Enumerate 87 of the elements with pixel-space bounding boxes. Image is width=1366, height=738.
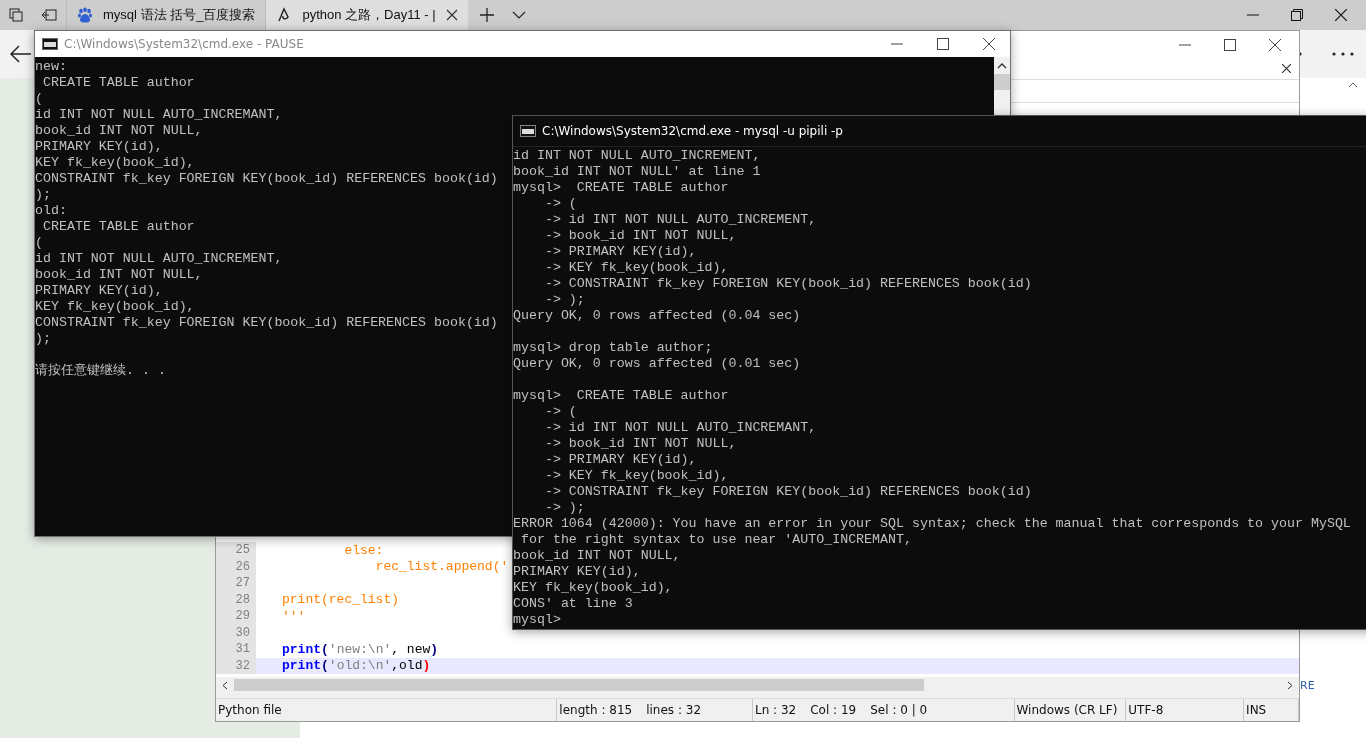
maximize-icon[interactable] — [1224, 38, 1236, 51]
status-text: UTF-8 — [1128, 703, 1164, 717]
status-text: Windows (CR LF) — [1016, 703, 1118, 717]
console-line: CONSTRAINT fk_key FOREIGN KEY(book_id) REFERENCES book(id) — [35, 315, 498, 331]
console-line: -> KEY fk_key(book_id), — [543, 260, 729, 276]
console-line: id INT NOT NULL AUTO_INCREMENT, — [513, 148, 761, 164]
more-icon[interactable] — [1332, 52, 1354, 56]
scroll-right-icon[interactable] — [1287, 680, 1293, 690]
tab-preview-icon[interactable] — [9, 8, 23, 22]
console-line: for the right syntax to use near 'AUTO_INCREMANT, — [519, 532, 912, 548]
console-line: -> book_id INT NOT NULL, — [543, 228, 737, 244]
status-text: Col : 19 — [810, 703, 857, 717]
close-icon[interactable] — [1269, 38, 1281, 51]
set-aside-tabs-icon[interactable] — [41, 9, 57, 21]
console-line: -> book_id INT NOT NULL, — [543, 436, 737, 452]
status-text: length : 815 — [559, 703, 633, 717]
console-line: ( — [35, 235, 43, 251]
console-line: book_id INT NOT NULL, — [513, 548, 681, 564]
back-arrow-icon[interactable] — [10, 45, 32, 63]
status-text: INS — [1246, 703, 1267, 717]
window-title: C:\Windows\System32\cmd.exe - PAUSE — [64, 37, 304, 51]
console-line: 请按任意键继续. . . — [35, 363, 166, 379]
console-line: -> CONSTRAINT fk_key FOREIGN KEY(book_id) REFERENCES book(id) — [543, 484, 1032, 500]
console-line: -> CONSTRAINT fk_key FOREIGN KEY(book_id) REFERENCES book(id) — [543, 276, 1032, 292]
console-line: CREATE TABLE author — [41, 219, 195, 235]
console-line: ERROR 1064 (42000): You have an error in your SQL syntax; check the manual that corresponds to your MySQL — [513, 516, 1351, 532]
restore-icon[interactable] — [1291, 9, 1303, 21]
console-line: -> PRIMARY KEY(id), — [543, 452, 697, 468]
console-line: ); — [35, 331, 51, 347]
browser-tab[interactable]: python 之路，Day11 - | — [265, 0, 468, 30]
line-number: 27 — [216, 575, 256, 592]
status-text: Python file — [218, 703, 282, 717]
console-line: Query OK, 0 rows affected (0.01 sec) — [513, 356, 801, 372]
vertical-scrollbar[interactable] — [994, 57, 1010, 115]
status-text: Sel : 0 | 0 — [870, 703, 928, 717]
console-line: CONS' at line 3 — [513, 596, 633, 612]
console-line: mysql> CREATE TABLE author — [513, 388, 729, 404]
console-line: book_id INT NOT NULL' at line 1 — [513, 164, 761, 180]
console-line: mysql> — [513, 612, 561, 628]
paw-icon — [77, 7, 93, 23]
console-line: KEY fk_key(book_id), — [513, 580, 673, 596]
new-tab-icon[interactable] — [479, 8, 494, 22]
console-line: CONSTRAINT fk_key FOREIGN KEY(book_id) REFERENCES book(id) — [35, 171, 498, 187]
code-line: 31 print('new:\n', new) — [216, 641, 1299, 658]
console-line: PRIMARY KEY(id), — [35, 139, 163, 155]
console-line: -> ); — [543, 292, 585, 308]
console-line: Query OK, 0 rows affected (0.04 sec) — [513, 308, 801, 324]
console-line: -> ( — [543, 196, 577, 212]
console-line: id INT NOT NULL AUTO_INCREMENT, — [35, 251, 283, 267]
line-number: 25 — [216, 542, 256, 559]
status-text: Ln : 32 — [755, 703, 797, 717]
scroll-left-icon[interactable] — [222, 680, 228, 690]
console-line: KEY fk_key(book_id), — [35, 155, 195, 171]
window-title: C:\Windows\System32\cmd.exe - mysql -u pipili -p — [542, 124, 843, 138]
console-line: old: — [35, 203, 67, 219]
close-icon[interactable] — [445, 9, 458, 21]
scroll-up-icon[interactable] — [1348, 82, 1358, 88]
page-text: RE — [1300, 679, 1315, 692]
console-icon — [42, 38, 58, 50]
console-line: ( — [35, 91, 43, 107]
close-icon[interactable] — [1335, 9, 1347, 21]
console-line: -> id INT NOT NULL AUTO_INCREMANT, — [543, 420, 817, 436]
console-line: KEY fk_key(book_id), — [35, 299, 195, 315]
console-icon — [520, 125, 536, 137]
console-line: book_id INT NOT NULL, — [35, 267, 203, 283]
console-line: -> PRIMARY KEY(id), — [543, 244, 697, 260]
console-line: new: — [35, 59, 67, 75]
close-document-icon[interactable] — [1282, 64, 1291, 73]
line-number: 31 — [216, 641, 256, 658]
console-line: CREATE TABLE author — [41, 75, 195, 91]
console-line: -> ( — [543, 404, 577, 420]
status-text: lines : 32 — [646, 703, 702, 717]
console-line: mysql> CREATE TABLE author — [513, 180, 729, 196]
console-line: book_id INT NOT NULL, — [35, 123, 203, 139]
console-line: PRIMARY KEY(id), — [513, 564, 641, 580]
console-line: -> KEY fk_key(book_id), — [543, 468, 729, 484]
console-line: id INT NOT NULL AUTO_INCREMANT, — [35, 107, 283, 123]
maximize-icon[interactable] — [937, 38, 949, 50]
console-line: mysql> drop table author; — [513, 340, 713, 356]
console-line: ); — [35, 187, 51, 203]
chevron-down-icon[interactable] — [511, 11, 526, 19]
scroll-up-icon[interactable] — [997, 63, 1007, 69]
console-line: -> id INT NOT NULL AUTO_INCREMENT, — [543, 212, 817, 228]
console-line: -> ); — [543, 500, 585, 516]
console-line: PRIMARY KEY(id), — [35, 283, 163, 299]
close-icon[interactable] — [983, 38, 995, 50]
line-number: 29 — [216, 608, 256, 625]
